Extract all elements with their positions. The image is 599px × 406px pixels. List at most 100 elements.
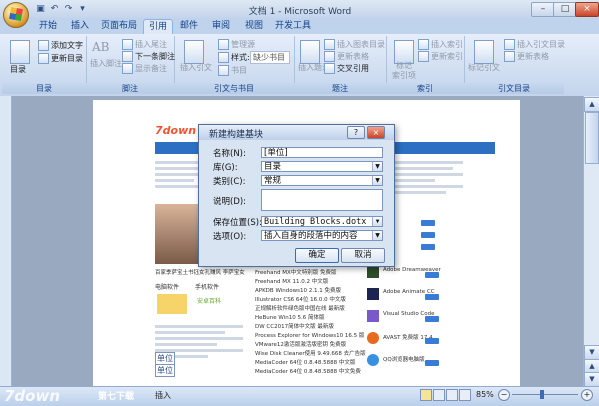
download-button[interactable] (421, 220, 435, 226)
tab-insert[interactable]: 插入 (66, 19, 94, 34)
zoom-slider[interactable] (512, 394, 578, 395)
scroll-down-icon[interactable]: ▼ (584, 345, 599, 360)
chevron-down-icon[interactable]: ▾ (76, 3, 89, 15)
group-captions: 插入题注 插入图表目录 更新表格 交叉引用 题注 (294, 36, 387, 94)
tab-home[interactable]: 开始 (33, 19, 63, 34)
add-text-button[interactable]: 添加文字 (38, 40, 83, 51)
software-list: Freehand MX中文特别版 免费版 Freehand MX 11.0.2 … (255, 268, 366, 378)
tab-references[interactable]: 引用 (143, 19, 173, 35)
update-toc-button[interactable]: 更新目录 (38, 53, 83, 64)
download-button[interactable] (421, 232, 435, 238)
name-input[interactable]: [单位] (261, 147, 383, 158)
print-layout-icon[interactable] (420, 389, 432, 401)
download-button[interactable] (425, 294, 439, 300)
tab-page-layout[interactable]: 页面布局 (98, 19, 140, 34)
save-in-select[interactable]: Building Blocks.dotx ▼ (261, 216, 383, 227)
autotext-tag[interactable]: 单位 (155, 364, 175, 377)
side-tag: 安卓百科 (197, 298, 222, 305)
next-page-icon[interactable]: ▼ (584, 372, 599, 387)
insert-index-button[interactable]: 插入索引 (418, 39, 463, 50)
mark-citation-button[interactable]: 标记引文 (468, 62, 500, 73)
zoom-out-icon[interactable]: − (498, 389, 510, 401)
zoom-level[interactable]: 85% (476, 390, 494, 399)
list-item[interactable]: Process Explorer for Windows10 16.5 版 (255, 331, 364, 339)
maximize-button[interactable]: □ (553, 2, 577, 17)
list-item[interactable]: 正规解析软件绿色版中国在线 最新版 (255, 304, 345, 312)
toc-button[interactable]: 目录 (10, 64, 26, 75)
scroll-up-icon[interactable]: ▲ (584, 97, 599, 112)
download-button[interactable] (425, 338, 439, 344)
endnote-icon (122, 39, 133, 50)
tab-developer[interactable]: 开发工具 (273, 19, 313, 34)
minimize-button[interactable]: – (531, 2, 555, 17)
group-citations: 插入引文 管理源 样式: 缺少书目 书目 引文与书目 (174, 36, 295, 94)
list-item[interactable]: MediaCoder 64位 0.8.48.5888 中文版 (255, 358, 355, 366)
list-item[interactable]: HeBune Win10 5.6 简体版 (255, 313, 324, 321)
list-item[interactable]: Freehand MX 11.0.2 中文版 (255, 277, 328, 285)
update-index-button[interactable]: 更新索引 (418, 51, 463, 62)
group-label: 引文目录 (464, 83, 564, 94)
insert-table-figures-button[interactable]: 插入图表目录 (324, 39, 385, 50)
category-select[interactable]: 常规 ▼ (261, 175, 383, 186)
app-name[interactable]: QQ浏览器电脑版 (383, 355, 425, 363)
help-button[interactable]: ? (347, 126, 365, 139)
window-title: 文档 1 - Microsoft Word (248, 7, 352, 17)
outline-icon[interactable] (459, 389, 471, 401)
citation-icon (184, 40, 204, 64)
group-label: 脚注 (86, 83, 174, 94)
options-label: 选项(O): (213, 232, 247, 242)
insert-mode[interactable]: 插入 (155, 390, 171, 401)
insert-citation-button[interactable]: 插入引文 (180, 62, 212, 73)
cross-reference-button[interactable]: 交叉引用 (324, 63, 369, 74)
show-notes-button[interactable]: 显示备注 (122, 63, 167, 74)
zoom-in-icon[interactable]: + (581, 389, 593, 401)
insert-toa-button[interactable]: 插入引文目录 (504, 39, 565, 50)
chevron-down-icon[interactable]: ▼ (372, 162, 382, 171)
undo-icon[interactable]: ↶ (48, 3, 61, 15)
chevron-down-icon[interactable]: ▼ (372, 231, 382, 240)
bibliography-button[interactable]: 书目 (218, 65, 247, 76)
scroll-thumb[interactable] (585, 112, 599, 164)
download-button[interactable] (425, 360, 439, 366)
list-item[interactable]: DW CC2017简体中文版 最新版 (255, 322, 334, 330)
web-layout-icon[interactable] (446, 389, 458, 401)
update-toa-button[interactable]: 更新表格 (504, 51, 549, 62)
chevron-down-icon[interactable]: ▼ (372, 176, 382, 185)
chevron-down-icon[interactable]: ▼ (372, 217, 382, 226)
list-item[interactable]: APKDB Windows10 2.1.1 免费版 (255, 286, 341, 294)
list-item[interactable]: Wise Disk Cleaner使用 9.49.668 去广告版 (255, 349, 366, 357)
zoom-slider-thumb[interactable] (540, 390, 544, 399)
list-item[interactable]: Illustrator CS6 64位 16.0.0 中文版 (255, 295, 346, 303)
office-button[interactable] (3, 2, 29, 28)
insert-toa-icon (504, 39, 515, 50)
show-notes-icon (122, 63, 133, 74)
gallery-select[interactable]: 目录 ▼ (261, 161, 383, 172)
save-icon[interactable]: ▣ (34, 3, 47, 15)
list-item[interactable]: VMware12激活版激活版密钥 免费版 (255, 340, 346, 348)
tab-mailings[interactable]: 邮件 (175, 19, 203, 34)
insert-footnote-button[interactable]: 插入脚注 (90, 58, 122, 69)
download-button[interactable] (425, 316, 439, 322)
style-label: 样式: (218, 52, 250, 63)
insert-index-icon (418, 39, 429, 50)
insert-endnote-button[interactable]: 插入尾注 (122, 39, 167, 50)
cancel-button[interactable]: 取消 (341, 248, 385, 263)
style-dropdown[interactable]: 缺少书目 (250, 51, 290, 64)
ok-button[interactable]: 确定 (295, 248, 339, 263)
description-input[interactable] (261, 189, 383, 211)
list-item[interactable]: Freehand MX中文特别版 免费版 (255, 268, 337, 276)
options-select[interactable]: 插入自身的段落中的内容 ▼ (261, 230, 383, 241)
tab-review[interactable]: 审阅 (207, 19, 235, 34)
full-screen-icon[interactable] (433, 389, 445, 401)
download-button[interactable] (421, 244, 435, 250)
close-button[interactable]: × (575, 2, 599, 17)
update-table-button[interactable]: 更新表格 (324, 51, 369, 62)
dialog-close-button[interactable]: × (367, 126, 385, 139)
tab-view[interactable]: 视图 (240, 19, 268, 34)
download-button[interactable] (425, 272, 439, 278)
redo-icon[interactable]: ↷ (62, 3, 75, 15)
list-item[interactable]: MediaCoder 64位 0.8.48.5888 中文免费 (255, 367, 361, 375)
manage-sources-button[interactable]: 管理源 (218, 39, 255, 50)
group-label: 题注 (294, 83, 386, 94)
next-footnote-button[interactable]: 下一条脚注 (122, 51, 175, 62)
